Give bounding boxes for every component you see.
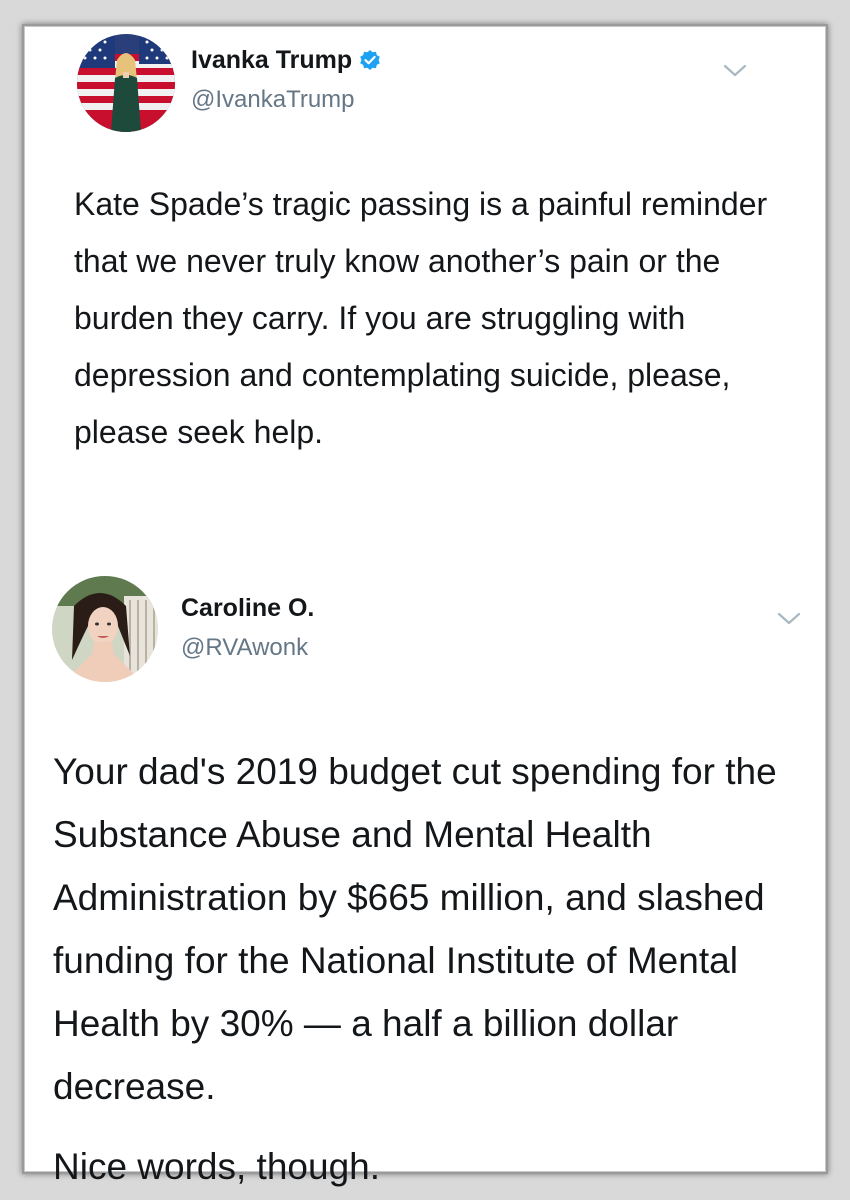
verified-badge-icon xyxy=(358,49,382,73)
author-name[interactable]: Ivanka Trump xyxy=(191,46,352,75)
avatar-image xyxy=(52,576,158,682)
chevron-down-icon[interactable] xyxy=(722,62,748,80)
tweet-text: Kate Spade’s tragic passing is a painful… xyxy=(74,186,768,450)
screenshot-frame: Ivanka Trump @IvankaTrump Kate Spade’s t… xyxy=(22,24,828,1187)
author-name[interactable]: Caroline O. xyxy=(181,594,314,623)
author-name-row: Ivanka Trump xyxy=(191,46,382,75)
tweet-paragraph: Your dad's 2019 budget cut spending for … xyxy=(53,751,777,1107)
author-handle[interactable]: @RVAwonk xyxy=(181,634,308,662)
avatar[interactable] xyxy=(52,576,158,682)
avatar[interactable] xyxy=(77,34,175,132)
avatar-image xyxy=(77,34,175,132)
author-handle[interactable]: @IvankaTrump xyxy=(191,86,355,114)
tweet-paragraph: Nice words, though. xyxy=(53,1146,381,1187)
tweet-text: Your dad's 2019 budget cut spending for … xyxy=(53,740,813,1198)
author-name-row: Caroline O. xyxy=(181,594,314,623)
tweet-reply: Caroline O. @RVAwonk Your dad's 2019 bud… xyxy=(24,552,826,1187)
tweet-original: Ivanka Trump @IvankaTrump Kate Spade’s t… xyxy=(24,26,826,556)
chevron-down-icon[interactable] xyxy=(776,610,802,628)
